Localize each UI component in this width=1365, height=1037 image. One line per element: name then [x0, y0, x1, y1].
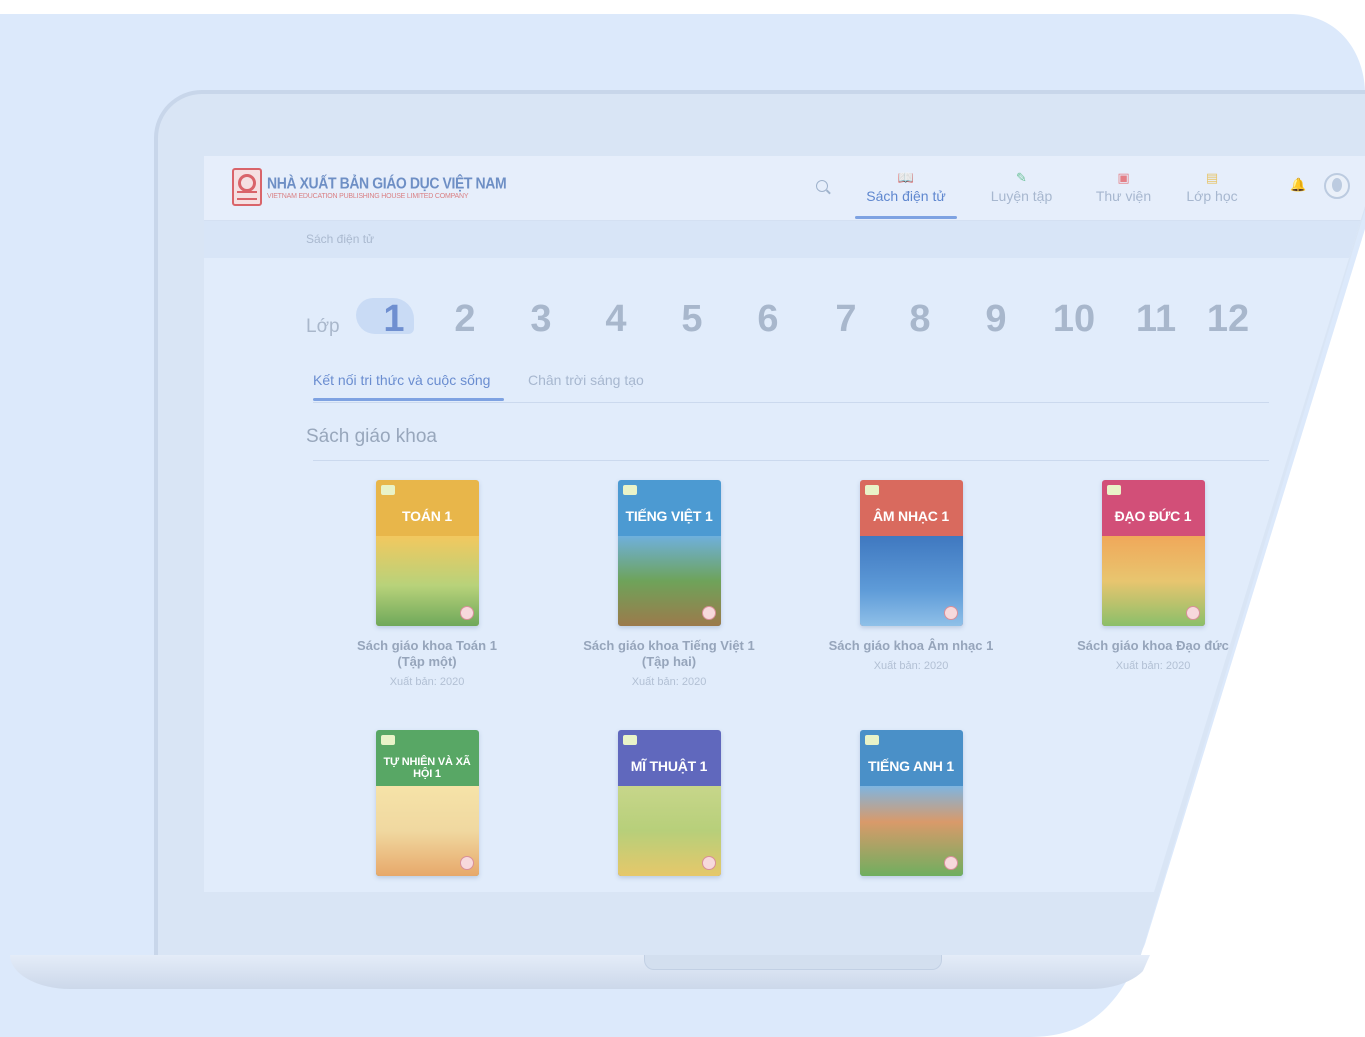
series-logo-icon [380, 735, 395, 745]
book-title[interactable]: Sách giáo khoa Âm nhạc 1 [816, 638, 1006, 654]
breadcrumb[interactable]: Sách điện tử [306, 232, 374, 246]
book-title[interactable]: Sách giáo khoa Tiếng Việt 1 (Tập hai) [574, 638, 764, 670]
publisher-logo[interactable]: NHÀ XUẤT BẢN GIÁO DỤC VIỆT NAM VIETNAM E… [232, 168, 507, 206]
cover-title: TỰ NHIÊN VÀ XÃ HỘI 1 [383, 756, 471, 780]
book-cover[interactable]: TOÁN 1 [375, 480, 479, 626]
nav-label: Lớp học [1186, 188, 1238, 204]
nav-thu-vien[interactable]: ▣ Thư viện [1092, 168, 1155, 220]
grade-badge-icon [943, 606, 958, 620]
classroom-icon: ▤ [1205, 170, 1219, 185]
cover-title: ÂM NHẠC 1 [873, 508, 949, 524]
cover-title: TIẾNG ANH 1 [868, 758, 954, 774]
grade-badge-icon [701, 856, 716, 870]
book-cover[interactable]: ĐẠO ĐỨC 1 [1101, 480, 1205, 626]
section-title: Sách giáo khoa [306, 426, 437, 447]
book-title-line1: Sách giáo khoa Âm nhạc 1 [828, 638, 994, 653]
logo-mark-icon [232, 168, 262, 206]
grade-9[interactable]: 9 [966, 298, 1026, 341]
book-card[interactable]: ÂM NHẠC 1 Sách giáo khoa Âm nhạc 1 Xuất … [816, 480, 1006, 672]
breadcrumb-bar: Sách điện tử [204, 221, 1365, 258]
top-navigation-bar: NHÀ XUẤT BẢN GIÁO DỤC VIỆT NAM VIETNAM E… [204, 156, 1365, 221]
grade-7[interactable]: 7 [816, 298, 876, 341]
grade-badge-icon [943, 856, 958, 870]
series-logo-icon [622, 735, 637, 745]
series-logo-icon [380, 485, 395, 495]
book-card[interactable]: TỰ NHIÊN VÀ XÃ HỘI 1 [332, 730, 522, 876]
grade-selector: Lớp 1 2 3 4 5 6 7 8 9 10 11 12 [306, 294, 1266, 344]
book-card[interactable]: TOÁN 1 Sách giáo khoa Toán 1 (Tập một) X… [332, 480, 522, 688]
book-card[interactable]: TIẾNG ANH 1 [816, 730, 1006, 876]
laptop-base [10, 955, 1150, 989]
grade-badge-icon [1185, 606, 1200, 620]
grade-badge-icon [701, 606, 716, 620]
cover-title: MĨ THUẬT 1 [630, 758, 708, 774]
book-open-icon: 📖 [897, 170, 915, 185]
grade-5[interactable]: 5 [662, 298, 722, 341]
book-year: Xuất bản: 2020 [1115, 660, 1191, 672]
grade-11[interactable]: 11 [1126, 298, 1186, 341]
grade-10[interactable]: 10 [1044, 298, 1104, 341]
book-title-line1: Sách giáo khoa Toán 1 [357, 638, 497, 653]
bell-icon[interactable]: 🔔 [1290, 177, 1306, 193]
logo-subtitle: VIETNAM EDUCATION PUBLISHING HOUSE LIMIT… [267, 192, 469, 200]
book-cover[interactable]: TIẾNG VIỆT 1 [617, 480, 721, 626]
grade-badge-icon [459, 856, 474, 870]
book-card[interactable]: TIẾNG VIỆT 1 Sách giáo khoa Tiếng Việt 1… [574, 480, 764, 688]
series-logo-icon [864, 485, 879, 495]
video-library-icon: ▣ [1117, 170, 1130, 185]
nav-sach-dien-tu[interactable]: 📖 Sách điện tử [855, 168, 957, 220]
publisher-series-tabs: Kết nối tri thức và cuộc sống Chân trời … [313, 370, 1269, 403]
grade-12[interactable]: 12 [1198, 298, 1258, 341]
grade-2[interactable]: 2 [435, 298, 495, 341]
nav-label: Sách điện tử [866, 188, 946, 204]
book-cover[interactable]: MĨ THUẬT 1 [617, 730, 721, 876]
tab-ket-noi-tri-thuc[interactable]: Kết nối tri thức và cuộc sống [313, 372, 505, 401]
grade-6[interactable]: 6 [738, 298, 798, 341]
nav-luyen-tap[interactable]: ✎ Luyện tập [984, 168, 1059, 220]
book-card[interactable]: MĨ THUẬT 1 [574, 730, 764, 876]
series-logo-icon [864, 735, 879, 745]
book-card[interactable]: ĐẠO ĐỨC 1 Sách giáo khoa Đạo đức Xuất bả… [1058, 480, 1248, 672]
grade-3[interactable]: 3 [511, 298, 571, 341]
book-title-line1: Sách giáo khoa Tiếng Việt 1 [583, 638, 755, 653]
cover-title: TIẾNG VIỆT 1 [625, 508, 713, 524]
grade-badge-icon [459, 606, 474, 620]
grade-label: Lớp [306, 316, 340, 337]
nav-label: Thư viện [1095, 188, 1152, 204]
book-cover[interactable]: ÂM NHẠC 1 [859, 480, 963, 626]
grade-1[interactable]: 1 [364, 298, 424, 341]
pencil-icon: ✎ [1016, 170, 1027, 185]
user-avatar[interactable] [1324, 173, 1350, 199]
grade-4[interactable]: 4 [586, 298, 646, 341]
book-title[interactable]: Sách giáo khoa Toán 1 (Tập một) [332, 638, 522, 670]
book-title[interactable]: Sách giáo khoa Đạo đức [1058, 638, 1248, 654]
cover-title: ĐẠO ĐỨC 1 [1114, 508, 1192, 524]
book-title-line2: (Tập hai) [641, 654, 697, 669]
tab-chan-troi-sang-tao[interactable]: Chân trời sáng tạo [528, 372, 644, 400]
grade-8[interactable]: 8 [890, 298, 950, 341]
laptop-notch [644, 955, 942, 970]
book-cover[interactable]: TỰ NHIÊN VÀ XÃ HỘI 1 [375, 730, 479, 876]
search-icon[interactable] [816, 180, 828, 192]
cover-title: TOÁN 1 [402, 508, 452, 524]
book-title-line2: (Tập một) [397, 654, 457, 669]
series-logo-icon [622, 485, 637, 495]
book-title-line1: Sách giáo khoa Đạo đức [1077, 638, 1229, 653]
book-year: Xuất bản: 2020 [631, 676, 707, 688]
series-logo-icon [1106, 485, 1121, 495]
logo-name: NHÀ XUẤT BẢN GIÁO DỤC VIỆT NAM [267, 173, 507, 192]
book-year: Xuất bản: 2020 [389, 676, 465, 688]
nav-lop-hoc[interactable]: ▤ Lớp học [1183, 168, 1241, 220]
section-divider [313, 460, 1269, 461]
nav-label: Luyện tập [990, 188, 1053, 204]
book-cover[interactable]: TIẾNG ANH 1 [859, 730, 963, 876]
book-year: Xuất bản: 2020 [873, 660, 949, 672]
